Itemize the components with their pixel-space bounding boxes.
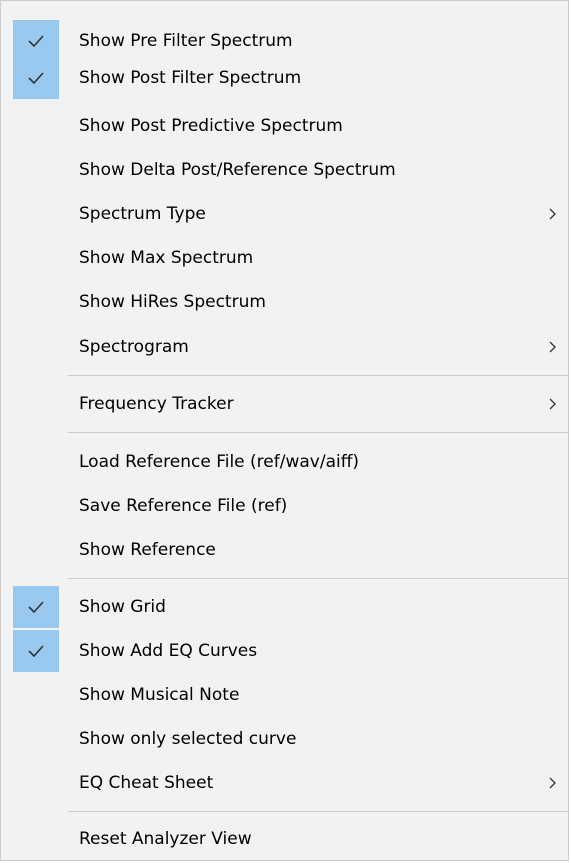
menu-item-label: Show Delta Post/Reference Spectrum (79, 160, 396, 180)
menu-item-show-post-predictive-spectrum[interactable]: Show Post Predictive Spectrum (12, 105, 570, 147)
menu-item-show-post-filter-spectrum[interactable]: Show Post Filter Spectrum (12, 57, 570, 99)
menu-item-label: Show Max Spectrum (79, 248, 254, 268)
menu-item-label: Show Pre Filter Spectrum (79, 31, 293, 51)
chevron-right-icon (548, 762, 556, 804)
menu-item-label: Spectrum Type (79, 204, 206, 224)
checkmark-icon (13, 57, 59, 99)
menu-item-label: Save Reference File (ref) (79, 496, 288, 516)
menu-item-show-reference[interactable]: Show Reference (12, 529, 570, 571)
menu-item-show-pre-filter-spectrum[interactable]: Show Pre Filter Spectrum (12, 20, 570, 62)
menu-item-frequency-tracker[interactable]: Frequency Tracker (12, 383, 570, 425)
menu-item-label: Load Reference File (ref/wav/aiff) (79, 452, 360, 472)
menu-item-label: EQ Cheat Sheet (79, 773, 214, 793)
chevron-right-icon (548, 326, 556, 368)
menu-item-save-reference-file[interactable]: Save Reference File (ref) (12, 485, 570, 527)
menu-item-spectrogram[interactable]: Spectrogram (12, 326, 570, 368)
menu-item-show-grid[interactable]: Show Grid (12, 586, 570, 628)
menu-item-label: Show only selected curve (79, 729, 297, 749)
menu-item-label: Reset Analyzer View (79, 829, 252, 849)
menu-separator (68, 375, 568, 376)
menu-item-label: Show Reference (79, 540, 216, 560)
menu-item-label: Spectrogram (79, 337, 189, 357)
checkmark-icon (13, 20, 59, 62)
checkmark-icon (13, 630, 59, 672)
menu-item-show-only-selected-curve[interactable]: Show only selected curve (12, 718, 570, 760)
chevron-right-icon (548, 383, 556, 425)
menu-item-show-musical-note[interactable]: Show Musical Note (12, 674, 570, 716)
menu-item-label: Show Musical Note (79, 685, 240, 705)
menu-item-label: Show Grid (79, 597, 166, 617)
checkmark-icon (13, 586, 59, 628)
menu-item-label: Show Post Filter Spectrum (79, 68, 302, 88)
menu-item-label: Show Post Predictive Spectrum (79, 116, 343, 136)
menu-item-label: Show Add EQ Curves (79, 641, 258, 661)
menu-item-label: Frequency Tracker (79, 394, 234, 414)
menu-item-show-max-spectrum[interactable]: Show Max Spectrum (12, 237, 570, 279)
chevron-right-icon (548, 193, 556, 235)
menu-item-load-reference-file[interactable]: Load Reference File (ref/wav/aiff) (12, 441, 570, 483)
menu-item-eq-cheat-sheet[interactable]: EQ Cheat Sheet (12, 762, 570, 804)
menu-item-show-delta-post-reference-spectrum[interactable]: Show Delta Post/Reference Spectrum (12, 149, 570, 191)
menu-separator (68, 432, 568, 433)
menu-item-show-hires-spectrum[interactable]: Show HiRes Spectrum (12, 281, 570, 323)
menu-item-spectrum-type[interactable]: Spectrum Type (12, 193, 570, 235)
menu-item-label: Show HiRes Spectrum (79, 292, 266, 312)
menu-separator (68, 811, 568, 812)
menu-item-show-add-eq-curves[interactable]: Show Add EQ Curves (12, 630, 570, 672)
menu-separator (68, 578, 568, 579)
context-menu: Show Pre Filter Spectrum Show Post Filte… (0, 0, 569, 861)
menu-item-reset-analyzer-view[interactable]: Reset Analyzer View (12, 818, 570, 860)
